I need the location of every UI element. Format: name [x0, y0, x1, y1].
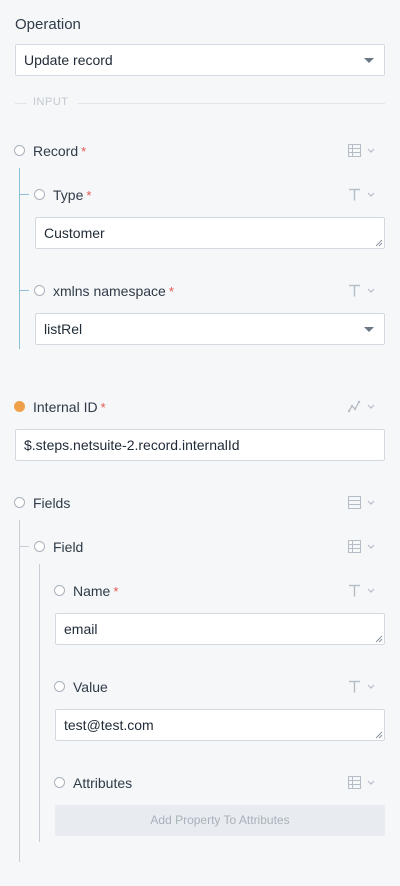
chevron-down-icon	[367, 192, 375, 197]
input-divider-right	[78, 103, 385, 104]
xmlns-status-dot[interactable]	[34, 285, 45, 296]
field-connector	[19, 546, 29, 547]
resize-handle-icon[interactable]	[375, 635, 383, 643]
chevron-down-icon	[364, 58, 374, 63]
attributes-type-selector[interactable]	[348, 776, 375, 789]
value-status-dot[interactable]	[54, 681, 65, 692]
record-status-dot[interactable]	[14, 145, 25, 156]
list-icon	[348, 144, 361, 157]
chevron-down-icon	[367, 780, 375, 785]
fields-status-dot[interactable]	[14, 497, 25, 508]
field-label: Field	[53, 539, 84, 555]
name-label: Name *	[73, 583, 119, 599]
internal-id-status-dot[interactable]	[14, 401, 25, 412]
list-icon	[348, 540, 361, 553]
field-type-selector[interactable]	[348, 540, 375, 553]
type-connector	[19, 194, 29, 195]
chevron-down-icon	[367, 500, 375, 505]
operation-label: Operation	[15, 16, 81, 33]
resize-handle-icon[interactable]	[375, 239, 383, 247]
list-icon	[348, 776, 361, 789]
record-label: Record *	[33, 143, 87, 159]
operation-select-value: Update record	[24, 52, 113, 68]
xmlns-connector	[19, 290, 29, 291]
text-type-icon	[349, 584, 360, 597]
field-status-dot[interactable]	[34, 541, 45, 552]
type-type-selector[interactable]	[348, 188, 375, 201]
chevron-down-icon	[367, 684, 375, 689]
value-type-selector[interactable]	[348, 680, 375, 693]
chevron-down-icon	[367, 404, 375, 409]
line-chart-icon	[348, 400, 361, 413]
operation-select[interactable]: Update record	[15, 44, 385, 76]
value-input-value: test@test.com	[64, 717, 154, 733]
value-label: Value	[73, 679, 108, 695]
fields-label: Fields	[33, 495, 71, 511]
type-input-value: Customer	[44, 225, 105, 241]
fields-tree-line	[19, 520, 20, 862]
internal-id-label: Internal ID *	[33, 399, 106, 415]
type-label: Type *	[53, 187, 92, 203]
type-status-dot[interactable]	[34, 189, 45, 200]
chevron-down-icon	[367, 544, 375, 549]
add-property-button[interactable]: Add Property To Attributes	[55, 805, 385, 836]
xmlns-type-selector[interactable]	[348, 284, 375, 297]
value-input[interactable]: test@test.com	[55, 709, 385, 741]
name-input-value: email	[64, 621, 98, 637]
name-status-dot[interactable]	[54, 585, 65, 596]
xmlns-select[interactable]: listRel	[35, 313, 385, 345]
chevron-down-icon	[367, 148, 375, 153]
record-tree-line	[19, 168, 20, 349]
chevron-down-icon	[367, 288, 375, 293]
chevron-down-icon	[364, 327, 374, 332]
text-type-icon	[349, 680, 360, 693]
menu-icon	[348, 496, 361, 509]
text-type-icon	[349, 284, 360, 297]
input-section-title: INPUT	[33, 96, 69, 108]
type-input[interactable]: Customer	[35, 217, 385, 249]
text-type-icon	[349, 188, 360, 201]
resize-handle-icon[interactable]	[375, 731, 383, 739]
xmlns-label: xmlns namespace *	[53, 283, 174, 299]
xmlns-select-value: listRel	[44, 321, 83, 337]
input-divider-left	[15, 103, 27, 104]
fields-type-selector[interactable]	[348, 496, 375, 509]
attributes-status-dot[interactable]	[54, 777, 65, 788]
internal-id-input[interactable]: $.steps.netsuite-2.record.internalId	[15, 429, 385, 461]
name-type-selector[interactable]	[348, 584, 375, 597]
name-input[interactable]: email	[55, 613, 385, 645]
chevron-down-icon	[367, 588, 375, 593]
internal-id-type-selector[interactable]	[348, 400, 375, 413]
field-tree-line	[39, 564, 40, 842]
record-type-selector[interactable]	[348, 144, 375, 157]
internal-id-input-value: $.steps.netsuite-2.record.internalId	[24, 437, 240, 453]
attributes-label: Attributes	[73, 775, 133, 791]
